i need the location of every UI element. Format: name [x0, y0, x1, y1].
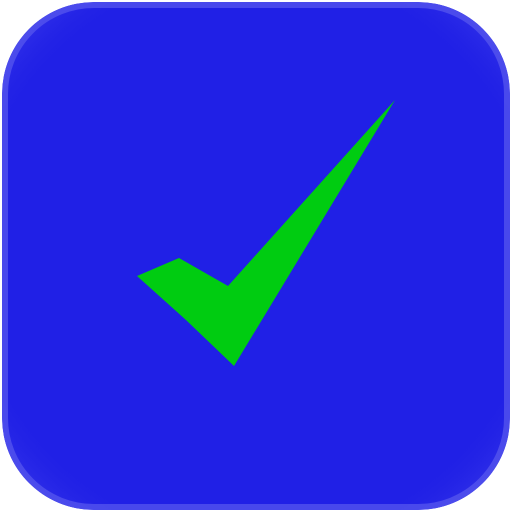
app-icon-graphic — [2, 2, 510, 510]
app-icon[interactable] — [2, 2, 510, 510]
